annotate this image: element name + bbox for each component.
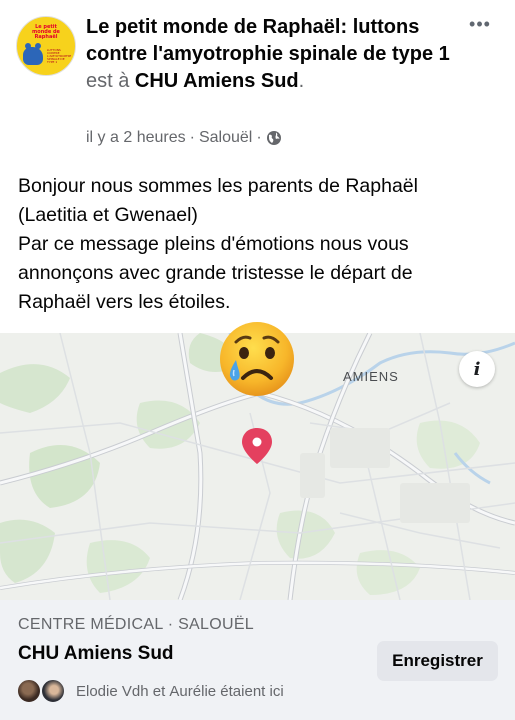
meta-separator: · [189, 129, 195, 146]
body-line: annonçons avec grande tristesse le dépar… [18, 262, 413, 284]
place-name-link[interactable]: CHU Amiens Sud [135, 70, 299, 92]
body-line: Par ce message pleins d'émotions nous vo… [18, 233, 409, 255]
post-body-text: Bonjour nous sommes les parents de Rapha… [18, 172, 498, 317]
visitor-name-link[interactable]: Aurélie [169, 683, 216, 700]
visitors-row: Elodie Vdh et Aurélie étaient ici [16, 677, 284, 705]
more-options-button[interactable]: ••• [465, 14, 495, 36]
post-header: Le petit monde de Raphaël LUTTONS CONTRE… [0, 0, 515, 160]
body-line: Bonjour nous sommes les parents de Rapha… [18, 175, 418, 197]
post-time[interactable]: il y a 2 heures [86, 129, 186, 147]
place-category: CENTRE MÉDICAL · SALOUËL [18, 616, 254, 633]
visitor-avatar[interactable] [40, 678, 66, 704]
avatar-title: Le petit monde de Raphaël [32, 24, 60, 40]
headline-period: . [298, 70, 305, 92]
crying-face-icon [220, 322, 294, 396]
meta-separator-2: · [256, 129, 262, 146]
bear-mascot-icon [23, 43, 43, 65]
map-city-label: AMIENS [343, 369, 399, 384]
page-name-link[interactable]: Le petit monde de Raphaël: luttons contr… [86, 16, 450, 65]
visitor-avatar[interactable] [16, 678, 42, 704]
at-text: est à [86, 70, 130, 92]
visitor-name-link[interactable]: Elodie Vdh [76, 683, 149, 700]
place-title[interactable]: CHU Amiens Sud [18, 643, 174, 665]
body-line: (Laetitia et Gwenael) [18, 204, 198, 226]
globe-icon[interactable] [266, 130, 282, 146]
body-line: Raphaël vers les étoiles. [18, 291, 231, 313]
page-avatar[interactable]: Le petit monde de Raphaël LUTTONS CONTRE… [16, 16, 76, 76]
place-card[interactable]: CENTRE MÉDICAL · SALOUËL CHU Amiens Sud … [0, 600, 515, 720]
visitors-and-text: et [152, 682, 166, 700]
post-headline: Le petit monde de Raphaël: luttons contr… [86, 14, 456, 95]
visitor-avatars [16, 678, 70, 704]
visitors-suffix: étaient ici [220, 682, 284, 700]
map-info-button[interactable]: i [459, 351, 495, 387]
avatar-subtitle: LUTTONS CONTRE L'AMYOTROPHIE SPINALE DE … [47, 48, 72, 64]
post-meta: il y a 2 heures · Salouël · [86, 129, 282, 147]
post-location[interactable]: Salouël [199, 129, 252, 147]
save-button[interactable]: Enregistrer [377, 641, 498, 681]
